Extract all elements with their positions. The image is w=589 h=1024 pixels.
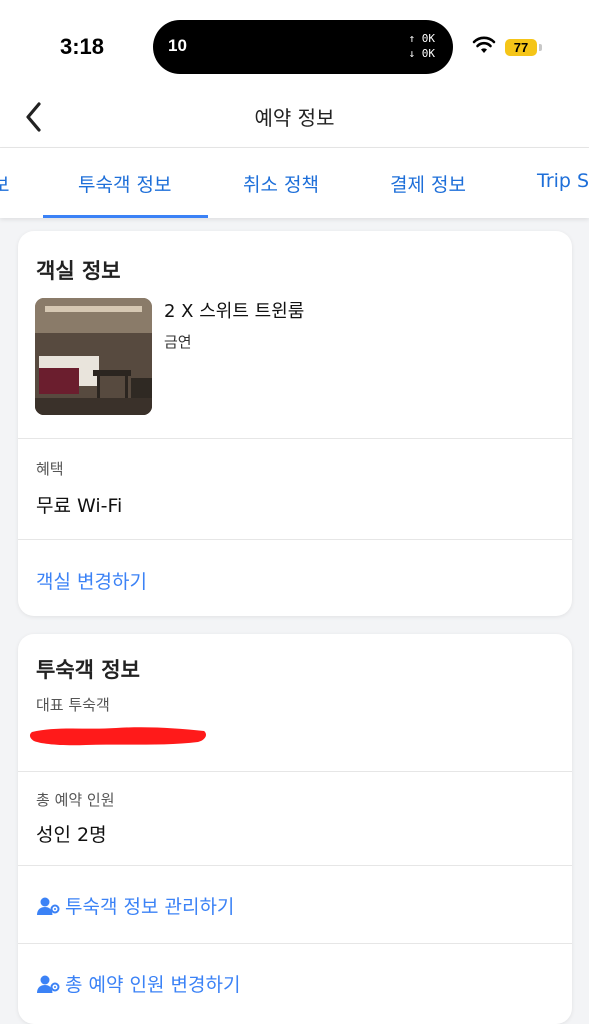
status-time: 3:18: [60, 34, 105, 59]
island-number: 10: [168, 36, 187, 55]
dynamic-island: 10 ↑ 0K ↓ 0K: [153, 20, 453, 74]
total-guests-label: 총 예약 인원: [36, 791, 115, 809]
room-name: 2 X 스위트 트윈룸: [164, 301, 305, 322]
battery-cap: [539, 44, 542, 51]
tab-previous[interactable]: 보: [0, 170, 9, 197]
manage-guest-link[interactable]: 투숙객 정보 관리하기: [36, 892, 234, 919]
benefit-value: 무료 Wi-Fi: [36, 495, 123, 517]
change-total-guests-label: 총 예약 인원 변경하기: [65, 974, 241, 996]
status-bar: 3:18 10 ↑ 0K ↓ 0K 77: [0, 0, 589, 92]
active-tab-indicator: [43, 215, 208, 218]
guest-card-title: 투숙객 정보: [36, 658, 140, 682]
network-speed: ↑ 0K ↓ 0K: [409, 31, 436, 61]
change-total-guests-link[interactable]: 총 예약 인원 변경하기: [36, 970, 240, 997]
nav-header: 예약 정보: [0, 92, 589, 148]
tab-payment-info[interactable]: 결제 정보: [390, 170, 466, 197]
divider: [18, 865, 572, 866]
divider: [18, 771, 572, 772]
net-up-text: ↑ 0K: [408, 32, 436, 45]
total-guests-value: 성인 2명: [36, 824, 107, 846]
tab-guest-info[interactable]: 투숙객 정보: [78, 170, 171, 197]
divider: [18, 438, 572, 439]
room-photo-image: [35, 298, 152, 415]
room-info-card: 객실 정보 2 X 스위트 트윈룸 금연 혜택 무료 Wi-Fi 객실 변경하기: [18, 231, 572, 616]
change-room-link[interactable]: 객실 변경하기: [36, 567, 147, 594]
benefit-label: 혜택: [36, 460, 64, 478]
tab-cancel-policy[interactable]: 취소 정책: [243, 170, 319, 197]
guest-info-card: 투숙객 정보 대표 투숙객 총 예약 인원 성인 2명 투숙객 정보 관리하기 …: [18, 634, 572, 1024]
smoking-policy: 금연: [164, 333, 192, 351]
user-gear-icon: [37, 897, 60, 915]
tab-bar: 보 투숙객 정보 취소 정책 결제 정보 Trip S: [0, 148, 589, 218]
tab-trip[interactable]: Trip S: [537, 170, 589, 192]
battery-indicator: 77: [505, 39, 537, 56]
page-title: 예약 정보: [254, 106, 335, 130]
divider: [18, 539, 572, 540]
user-gear-icon: [37, 975, 60, 993]
net-down-text: ↓ 0K: [408, 47, 436, 60]
lead-guest-label: 대표 투숙객: [36, 696, 110, 714]
room-card-title: 객실 정보: [36, 259, 121, 283]
manage-guest-label: 투숙객 정보 관리하기: [65, 896, 235, 918]
redacted-guest-name: [29, 727, 207, 746]
wifi-icon: [472, 36, 496, 53]
divider: [18, 943, 572, 944]
room-photo[interactable]: [35, 298, 152, 415]
